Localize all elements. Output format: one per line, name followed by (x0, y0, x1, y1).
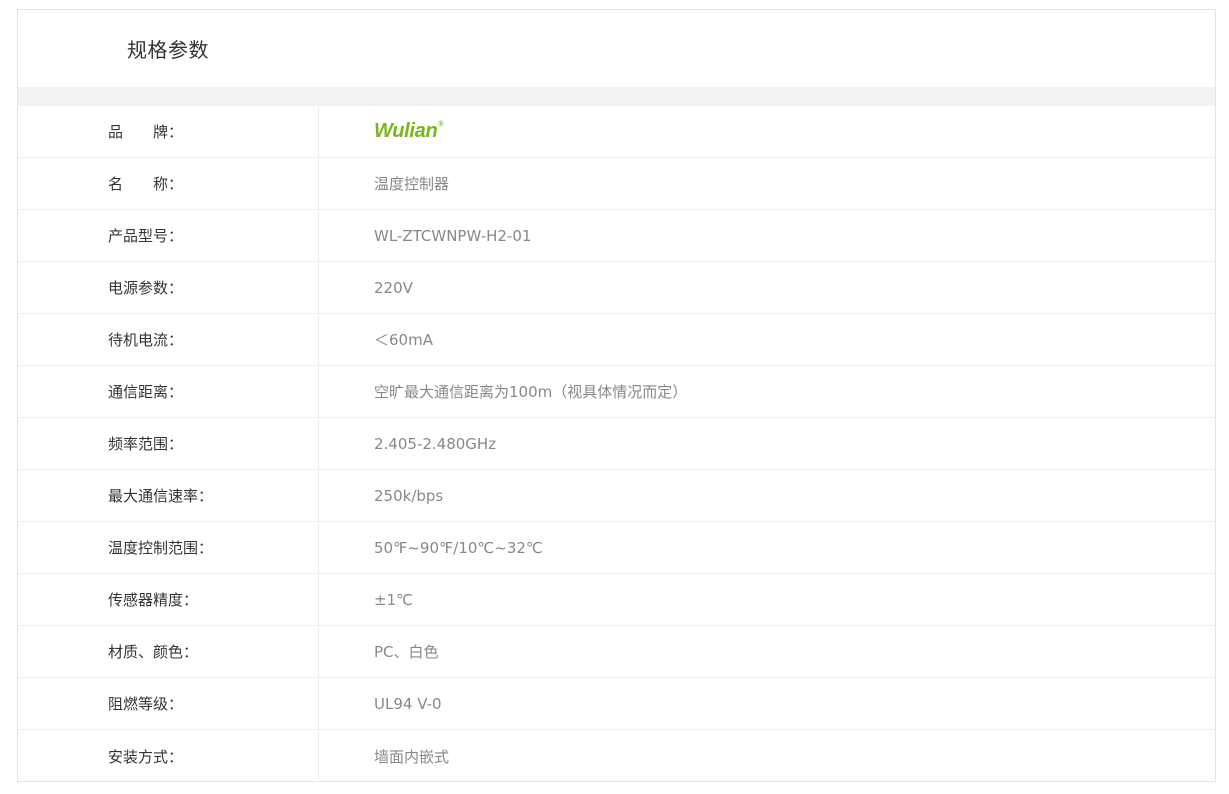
spec-row-model: 产品型号： WL-ZTCWNPW-H2-01 (18, 210, 1215, 262)
spec-value: 温度控制器 (374, 175, 450, 193)
spec-value: 220V (374, 278, 413, 297)
spec-row-power: 电源参数： 220V (18, 262, 1215, 314)
spec-value: ±1℃ (374, 590, 413, 609)
brand-logo-text: Wulian (374, 120, 438, 142)
spec-value: 250k/bps (374, 486, 444, 505)
spec-label: 材质、颜色： (18, 626, 319, 677)
spec-row-temp-range: 温度控制范围： 50℉~90℉/10℃~32℃ (18, 522, 1215, 574)
spec-value: ＜60mA (374, 331, 433, 349)
spec-label: 安装方式： (18, 730, 319, 782)
spec-label: 产品型号： (18, 210, 319, 261)
spec-label: 温度控制范围： (18, 522, 319, 573)
spec-value: 2.405-2.480GHz (374, 434, 497, 453)
spec-label: 阻燃等级： (18, 678, 319, 729)
spec-row-brand: 品 牌： Wulian ® (18, 106, 1215, 158)
spec-row-installation: 安装方式： 墙面内嵌式 (18, 730, 1215, 782)
registered-mark-icon: ® (438, 121, 444, 128)
spec-panel: 规格参数 品 牌： Wulian ® 名 称： 温度控制器 产品型号： WL-Z… (17, 9, 1216, 782)
spec-value: 墙面内嵌式 (374, 747, 450, 766)
section-title: 规格参数 (127, 38, 209, 62)
spec-value: PC、白色 (374, 643, 439, 661)
spec-row-name: 名 称： 温度控制器 (18, 158, 1215, 210)
spec-label: 名 称： (18, 158, 319, 209)
header-divider-band (18, 87, 1215, 106)
spec-value: WL-ZTCWNPW-H2-01 (374, 226, 532, 245)
spec-label: 传感器精度： (18, 574, 319, 625)
spec-row-flame-rating: 阻燃等级： UL94 V-0 (18, 678, 1215, 730)
spec-row-material-color: 材质、颜色： PC、白色 (18, 626, 1215, 678)
spec-value: 空旷最大通信距离为100m（视具体情况而定） (374, 383, 688, 401)
spec-row-sensor-accuracy: 传感器精度： ±1℃ (18, 574, 1215, 626)
spec-panel-header: 规格参数 (18, 10, 1215, 87)
spec-row-frequency: 频率范围： 2.405-2.480GHz (18, 418, 1215, 470)
spec-value: 50℉~90℉/10℃~32℃ (374, 538, 543, 557)
spec-label: 频率范围： (18, 418, 319, 469)
spec-table: 品 牌： Wulian ® 名 称： 温度控制器 产品型号： WL-ZTCWNP… (18, 106, 1215, 782)
brand-logo: Wulian ® (374, 120, 444, 143)
spec-row-max-rate: 最大通信速率： 250k/bps (18, 470, 1215, 522)
spec-value: UL94 V-0 (374, 694, 442, 713)
spec-label: 品 牌： (18, 106, 319, 157)
spec-value: Wulian ® (319, 106, 1215, 157)
spec-label: 电源参数： (18, 262, 319, 313)
spec-row-comm-distance: 通信距离： 空旷最大通信距离为100m（视具体情况而定） (18, 366, 1215, 418)
spec-label: 待机电流： (18, 314, 319, 365)
spec-label: 通信距离： (18, 366, 319, 417)
spec-label: 最大通信速率： (18, 470, 319, 521)
spec-row-standby-current: 待机电流： ＜60mA (18, 314, 1215, 366)
